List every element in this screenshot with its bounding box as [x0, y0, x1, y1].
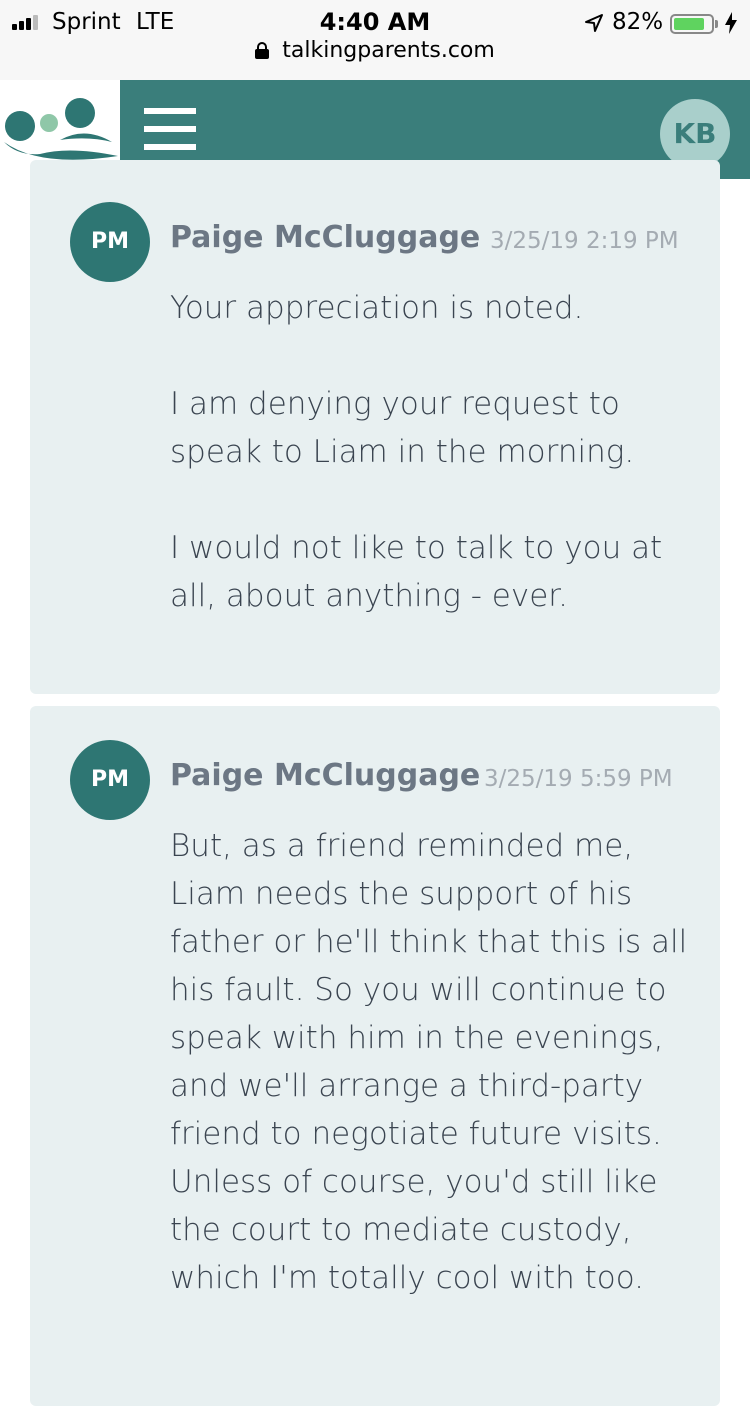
message-timestamp: 3/25/19 5:59 PM — [484, 766, 673, 792]
battery-fill — [674, 18, 704, 30]
hamburger-menu-icon[interactable] — [144, 108, 196, 150]
sender-name: Paige McCluggage — [170, 220, 481, 255]
battery-tip — [715, 20, 718, 28]
message-timestamp: 3/25/19 2:19 PM — [490, 228, 679, 254]
user-avatar[interactable]: KB — [660, 99, 730, 169]
message-card: PM Paige McCluggage 3/25/19 2:19 PM Your… — [30, 160, 720, 694]
lock-icon — [255, 42, 270, 59]
message-body: But, as a friend reminded me, Liam needs… — [170, 828, 698, 1296]
message-card: PM Paige McCluggage 3/25/19 5:59 PM But,… — [30, 706, 720, 1406]
url-text: talkingparents.com — [282, 38, 495, 63]
battery-percent: 82% — [612, 9, 664, 35]
sender-avatar: PM — [70, 202, 150, 282]
address-bar[interactable]: talkingparents.com — [0, 38, 750, 70]
message-body: Your appreciation is noted. I am denying… — [170, 290, 663, 614]
sender-name: Paige McCluggage — [170, 758, 481, 793]
battery-icon — [670, 14, 714, 34]
status-bar: Sprint LTE 4:40 AM 82% talkingparents.co… — [0, 0, 750, 81]
sender-avatar: PM — [70, 740, 150, 820]
location-arrow-icon — [585, 14, 603, 32]
charging-bolt-icon — [725, 12, 737, 34]
